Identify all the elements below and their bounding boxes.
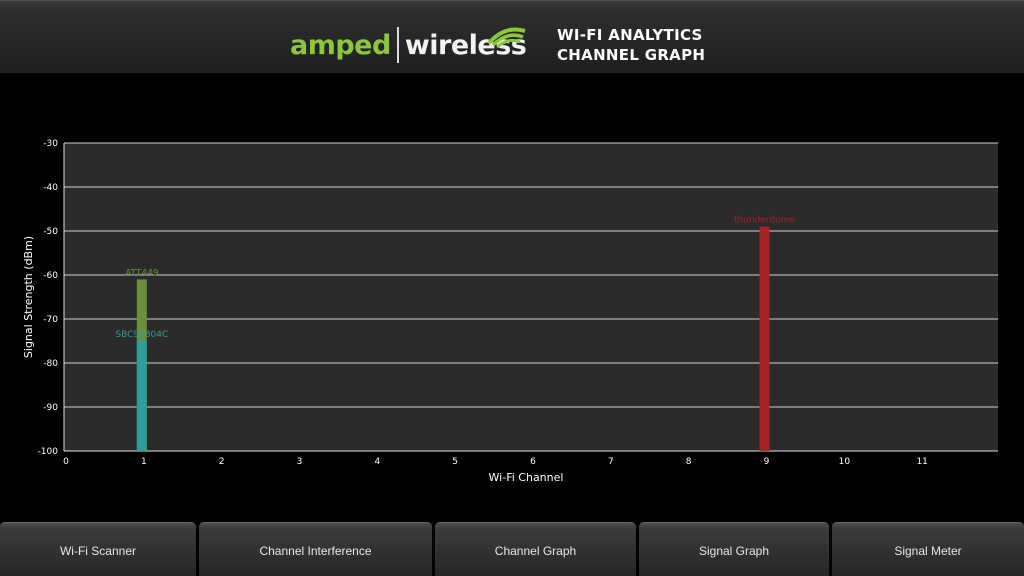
x-tick-label: 7 xyxy=(608,457,614,467)
channel-graph-chart: -30 -40 -50 -60 -70 -80 -90 -100 0 1 2 3 4 5 6 7 8 9 10 11 A… xyxy=(22,139,998,484)
y-axis-label: Signal Strength (dBm) xyxy=(22,236,35,358)
amped-wireless-logo: amped wireless xyxy=(290,23,527,67)
bar-sbc95804c xyxy=(136,341,147,451)
y-tick-label: -50 xyxy=(43,227,58,237)
x-tick-label: 11 xyxy=(916,457,927,467)
x-tick-label: 3 xyxy=(297,457,303,467)
nav-signal-meter-button[interactable]: Signal Meter xyxy=(832,522,1024,576)
nav-channel-graph-button[interactable]: Channel Graph xyxy=(435,522,636,576)
y-tick-label: -30 xyxy=(43,139,58,149)
bar-thunderdome xyxy=(759,226,770,451)
y-tick-label: -60 xyxy=(43,271,58,281)
x-tick-label: 8 xyxy=(686,457,692,467)
bar-label-att449: ATT449 xyxy=(125,268,159,278)
nav-wifi-scanner-button[interactable]: Wi-Fi Scanner xyxy=(0,522,196,576)
screen-title: WI-FI ANALYTICS CHANNEL GRAPH xyxy=(557,25,705,65)
y-tick-label: -70 xyxy=(43,315,58,325)
y-tick-label: -100 xyxy=(38,447,59,457)
y-tick-label: -90 xyxy=(43,403,58,413)
bottom-nav: Wi-Fi Scanner Channel Interference Chann… xyxy=(0,520,1024,576)
title-line-1: WI-FI ANALYTICS xyxy=(557,26,703,44)
wifi-arcs-icon xyxy=(487,27,526,49)
app-header: amped wireless WI-FI ANALYTICS CHANNEL G… xyxy=(0,0,1024,73)
x-tick-label: 0 xyxy=(63,457,69,467)
logo-divider xyxy=(396,27,399,63)
nav-channel-interference-button[interactable]: Channel Interference xyxy=(199,522,432,576)
x-tick-label: 10 xyxy=(839,457,851,467)
x-tick-label: 2 xyxy=(219,457,225,467)
x-tick-label: 9 xyxy=(764,457,770,467)
bar-label-sbc95804c: SBC95804C xyxy=(115,330,168,340)
y-tick-label: -80 xyxy=(43,359,58,369)
x-tick-label: 1 xyxy=(141,457,147,467)
x-tick-label: 5 xyxy=(452,457,458,467)
plot-area xyxy=(64,143,998,451)
x-tick-label: 6 xyxy=(530,457,536,467)
logo-amped-text: amped xyxy=(290,29,391,61)
nav-signal-graph-button[interactable]: Signal Graph xyxy=(639,522,829,576)
x-tick-label: 4 xyxy=(374,457,380,467)
y-tick-label: -40 xyxy=(43,183,58,193)
x-axis-label: Wi-Fi Channel xyxy=(489,471,564,484)
bar-label-thunderdome: thunderdome xyxy=(734,216,795,226)
title-line-2: CHANNEL GRAPH xyxy=(557,46,706,64)
